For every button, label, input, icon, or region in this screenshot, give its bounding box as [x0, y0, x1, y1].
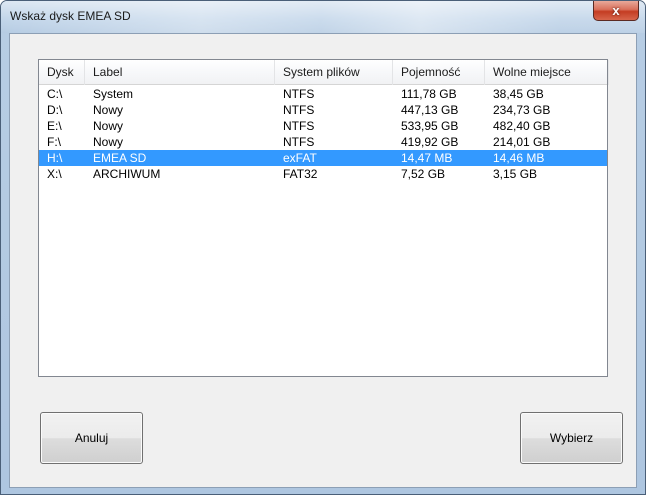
column-header-capacity[interactable]: Pojemność [393, 60, 485, 85]
cell-free-space: 3,15 GB [493, 167, 538, 181]
cell-drive: E:\ [47, 119, 62, 133]
drive-list-header: Dysk Label System plików Pojemność Wolne… [39, 60, 609, 85]
cell-label: Nowy [93, 119, 124, 133]
cell-capacity: 7,52 GB [401, 167, 446, 181]
cell-label: Nowy [93, 135, 124, 149]
cell-capacity: 419,92 GB [401, 135, 459, 149]
column-header-drive[interactable]: Dysk [39, 60, 85, 85]
cell-filesystem: NTFS [283, 119, 315, 133]
drive-row[interactable]: F:\ Nowy NTFS 419,92 GB 214,01 GB [39, 134, 607, 150]
cell-drive: H:\ [47, 151, 63, 165]
cell-capacity: 447,13 GB [401, 103, 459, 117]
drive-row[interactable]: X:\ ARCHIWUM FAT32 7,52 GB 3,15 GB [39, 166, 607, 182]
cell-label: Nowy [93, 103, 124, 117]
cell-drive: F:\ [47, 135, 61, 149]
column-header-label[interactable]: Label [85, 60, 275, 85]
cell-drive: D:\ [47, 103, 63, 117]
drive-row[interactable]: C:\ System NTFS 111,78 GB 38,45 GB [39, 86, 607, 102]
cell-filesystem: NTFS [283, 103, 315, 117]
cancel-button[interactable]: Anuluj [40, 412, 143, 464]
choose-button[interactable]: Wybierz [520, 412, 623, 464]
cell-filesystem: exFAT [283, 151, 317, 165]
drive-list[interactable]: Dysk Label System plików Pojemność Wolne… [38, 59, 609, 377]
drive-row[interactable]: D:\ Nowy NTFS 447,13 GB 234,73 GB [39, 102, 607, 118]
title-bar[interactable]: Wskaż dysk EMEA SD x [1, 1, 645, 33]
column-header-filesystem[interactable]: System plików [275, 60, 393, 85]
cell-label: EMEA SD [93, 151, 147, 165]
cell-free-space: 214,01 GB [493, 135, 551, 149]
cell-capacity: 14,47 MB [401, 151, 453, 165]
close-button[interactable]: x [593, 1, 639, 21]
cell-filesystem: FAT32 [283, 167, 318, 181]
dialog-client-area: Dysk Label System plików Pojemność Wolne… [9, 33, 637, 488]
cell-capacity: 111,78 GB [401, 87, 457, 101]
drive-row[interactable]: E:\ Nowy NTFS 533,95 GB 482,40 GB [39, 118, 607, 134]
cell-label: ARCHIWUM [93, 167, 161, 181]
column-header-free-space[interactable]: Wolne miejsce [485, 60, 609, 85]
cell-filesystem: NTFS [283, 135, 315, 149]
cell-free-space: 482,40 GB [493, 119, 551, 133]
cell-free-space: 234,73 GB [493, 103, 551, 117]
drive-list-rows: C:\ System NTFS 111,78 GB 38,45 GB D:\ Nowy NTF… [39, 86, 607, 182]
cell-drive: C:\ [47, 87, 63, 101]
drive-row[interactable]: H:\ EMEA SD exFAT 14,47 MB 14,46 MB [39, 150, 607, 166]
cell-free-space: 38,45 GB [493, 87, 544, 101]
cell-free-space: 14,46 MB [493, 151, 545, 165]
cell-label: System [93, 87, 134, 101]
dialog-window: Wskaż dysk EMEA SD x Dysk Label System p… [0, 0, 646, 495]
window-title: Wskaż dysk EMEA SD [10, 9, 131, 23]
close-icon: x [612, 3, 620, 18]
cell-capacity: 533,95 GB [401, 119, 459, 133]
cell-drive: X:\ [47, 167, 62, 181]
cell-filesystem: NTFS [283, 87, 315, 101]
